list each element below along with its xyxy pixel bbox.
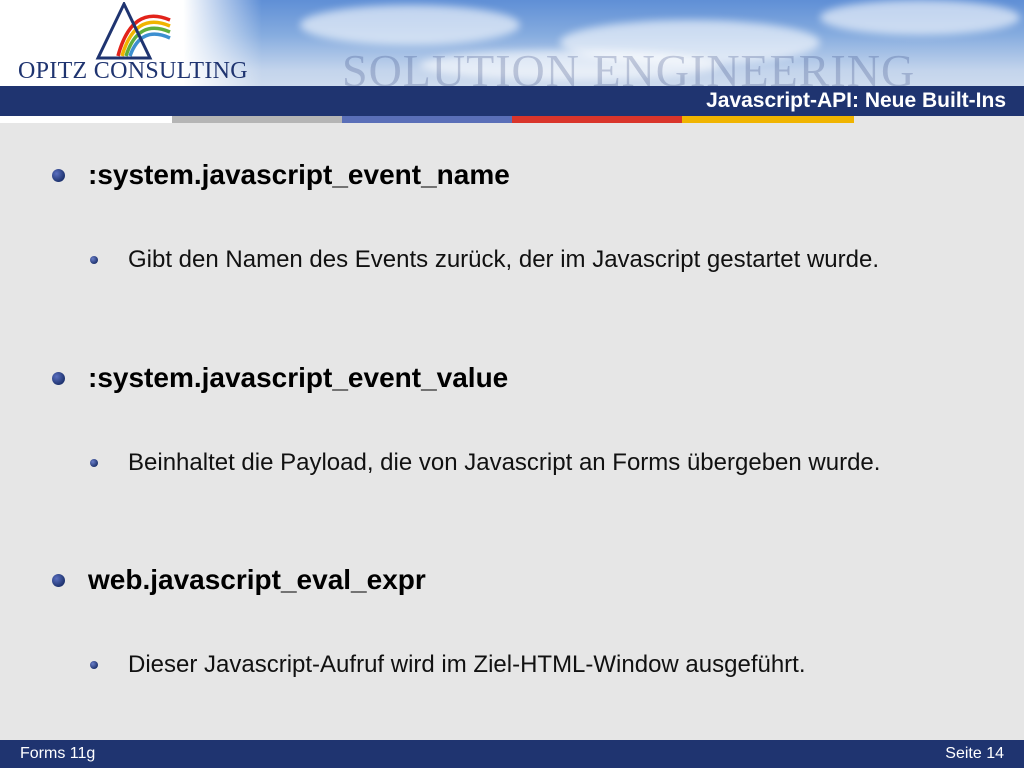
strip-segment-blue	[342, 116, 512, 123]
logo: OPITZ CONSULTING	[0, 0, 262, 88]
company-name: OPITZ CONSULTING	[18, 58, 248, 84]
sub-bullet-icon	[90, 256, 98, 264]
strip-segment-end	[854, 116, 1024, 123]
bullet-icon	[52, 372, 65, 385]
strip-segment-white	[0, 116, 172, 123]
strip-segment-yellow	[682, 116, 854, 123]
opitz-logo-icon	[95, 2, 171, 60]
bullet-heading: :system.javascript_event_name	[88, 159, 510, 190]
bullet-heading: :system.javascript_event_value	[88, 362, 509, 393]
bullet-detail: Beinhaltet die Payload, die von Javascri…	[128, 449, 881, 476]
footer-page-number: Seite 14	[945, 745, 1004, 762]
bullet-detail: Gibt den Namen des Events zurück, der im…	[128, 246, 879, 273]
slide-content: :system.javascript_event_name Gibt den N…	[0, 123, 1024, 740]
sub-bullet-icon	[90, 661, 98, 669]
header-banner: SOLUTION ENGINEERING OPITZ CONSULTING Ja…	[0, 0, 1024, 117]
strip-segment-red	[512, 116, 682, 123]
color-strip	[0, 116, 1024, 123]
bullet-icon	[52, 574, 65, 587]
footer: Forms 11g Seite 14	[0, 740, 1024, 768]
slide-title: Javascript-API: Neue Built-Ins	[706, 89, 1006, 112]
title-bar: Javascript-API: Neue Built-Ins	[0, 86, 1024, 116]
bullet-icon	[52, 169, 65, 182]
bullet-heading: web.javascript_eval_expr	[88, 564, 426, 595]
sub-bullet-icon	[90, 459, 98, 467]
strip-segment-gray	[172, 116, 342, 123]
footer-course-label: Forms 11g	[20, 745, 96, 762]
bullet-detail: Dieser Javascript-Aufruf wird im Ziel-HT…	[128, 651, 806, 678]
